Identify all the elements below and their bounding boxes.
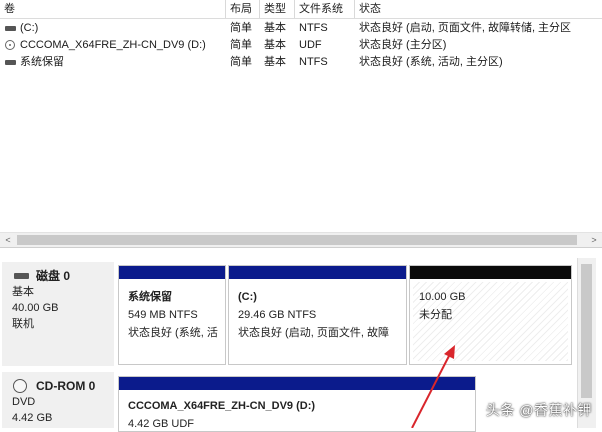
scroll-right-icon[interactable]: > xyxy=(586,233,602,248)
volume-name: (C:) xyxy=(20,22,39,34)
scroll-left-icon[interactable]: < xyxy=(0,233,16,248)
partition-c[interactable]: (C:) 29.46 GB NTFS 状态良好 (启动, 页面文件, 故障 xyxy=(228,265,407,365)
partition-size: 549 MB NTFS xyxy=(128,309,198,321)
volume-layout: 简单 xyxy=(230,39,252,51)
partition-name: CCCOMA_X64FRE_ZH-CN_DV9 (D:) xyxy=(128,400,316,412)
volume-name: 系统保留 xyxy=(20,56,64,68)
column-header-status[interactable]: 状态 xyxy=(355,0,602,18)
table-row-volume-c[interactable]: (C:) 简单 基本 NTFS 状态良好 (启动, 页面文件, 故障转储, 主分… xyxy=(0,20,602,37)
partition-status: 未分配 xyxy=(419,309,452,321)
volume-type: 基本 xyxy=(264,22,286,34)
volume-name: CCCOMA_X64FRE_ZH-CN_DV9 (D:) xyxy=(20,39,206,51)
partition-bar xyxy=(119,266,225,279)
column-header-filesystem[interactable]: 文件系统 xyxy=(295,0,355,18)
volume-filesystem: NTFS xyxy=(299,56,328,68)
cdrom-0-name: CD-ROM 0 xyxy=(36,379,96,393)
partition-size: 4.42 GB UDF xyxy=(128,418,195,428)
disk-0-state: 联机 xyxy=(12,318,34,330)
volume-type: 基本 xyxy=(264,39,286,51)
volume-layout: 简单 xyxy=(230,22,252,34)
volume-type: 基本 xyxy=(264,56,286,68)
partition-bar xyxy=(229,266,406,279)
disk-0-title: 磁盘 0 xyxy=(12,268,114,284)
partition-system-reserved[interactable]: 系统保留 549 MB NTFS 状态良好 (系统, 活 xyxy=(118,265,226,365)
partition-name: 系统保留 xyxy=(128,291,172,303)
volume-filesystem: UDF xyxy=(299,39,322,51)
partition-status: 状态良好 (启动, 页面文件, 故障 xyxy=(238,327,389,339)
volume-layout: 简单 xyxy=(230,56,252,68)
volume-status: 状态良好 (启动, 页面文件, 故障转储, 主分区 xyxy=(359,22,572,34)
cdrom-0-size: 4.42 GB xyxy=(12,412,53,424)
vertical-scroll-thumb[interactable] xyxy=(581,264,592,398)
volume-list: 卷 布局 类型 文件系统 状态 (C:) 简单 基本 NTFS 状态良好 (启动… xyxy=(0,0,602,232)
partition-bar xyxy=(119,377,475,390)
table-row-volume-d[interactable]: CCCOMA_X64FRE_ZH-CN_DV9 (D:) 简单 基本 UDF 状… xyxy=(0,37,602,54)
table-row-volume-system-reserved[interactable]: 系统保留 简单 基本 NTFS 状态良好 (系统, 活动, 主分区) xyxy=(0,54,602,71)
column-header-type[interactable]: 类型 xyxy=(260,0,295,18)
horizontal-scroll-thumb[interactable] xyxy=(17,235,577,245)
partition-size: 10.00 GB xyxy=(419,291,466,303)
partition-size: 29.46 GB NTFS xyxy=(238,309,317,321)
partition-bar xyxy=(410,266,571,279)
cdrom-0-type: DVD xyxy=(12,396,36,408)
partition-name: (C:) xyxy=(238,291,257,303)
hdd-icon xyxy=(14,273,29,279)
volume-status: 状态良好 (系统, 活动, 主分区) xyxy=(359,56,503,68)
volume-status: 状态良好 (主分区) xyxy=(359,39,447,51)
disk-0-name: 磁盘 0 xyxy=(36,269,71,283)
partition-d[interactable]: CCCOMA_X64FRE_ZH-CN_DV9 (D:) 4.42 GB UDF xyxy=(118,376,476,432)
column-header-volume[interactable]: 卷 xyxy=(0,0,226,18)
watermark: 头条 @香蕉补钾 xyxy=(485,402,592,418)
cdrom-icon xyxy=(13,379,27,393)
volume-filesystem: NTFS xyxy=(299,22,328,34)
column-header-layout[interactable]: 布局 xyxy=(226,0,260,18)
disk-0-label[interactable]: 磁盘 0 基本 40.00 GB 联机 xyxy=(2,262,114,366)
horizontal-scrollbar[interactable]: < > xyxy=(0,232,602,248)
volume-list-header: 卷 布局 类型 文件系统 状态 xyxy=(0,0,602,19)
disk-0-size: 40.00 GB xyxy=(12,302,59,314)
partition-unallocated[interactable]: 10.00 GB 未分配 xyxy=(409,265,572,365)
cdrom-0-title: CD-ROM 0 xyxy=(12,378,114,394)
cdrom-0-label[interactable]: CD-ROM 0 DVD 4.42 GB xyxy=(2,372,114,428)
disk-0-type: 基本 xyxy=(12,286,34,298)
partition-status: 状态良好 (系统, 活 xyxy=(128,327,218,339)
